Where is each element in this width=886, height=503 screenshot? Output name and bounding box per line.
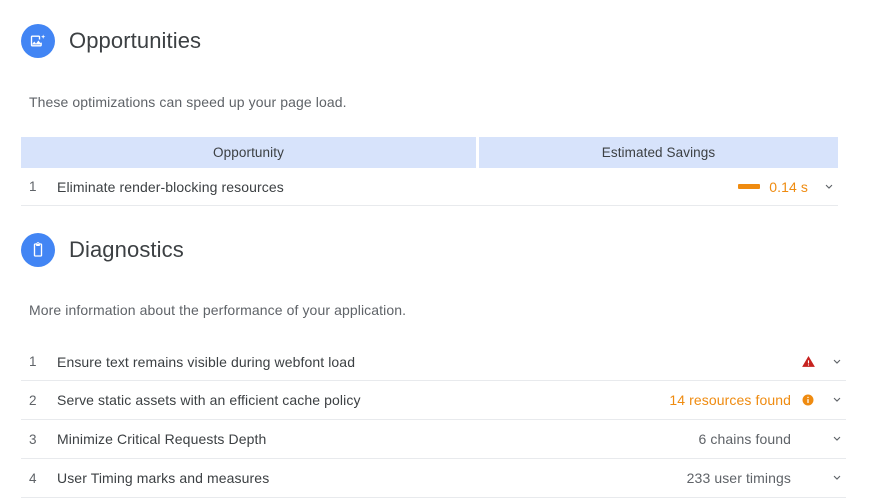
row-status: 6 chains found [699,430,846,448]
table-row[interactable]: 1 Eliminate render-blocking resources 0.… [21,168,838,206]
clipboard-icon [21,233,55,267]
chevron-down-icon[interactable] [828,430,846,448]
row-status: 233 user timings [687,469,846,487]
row-status [791,353,846,371]
diagnostics-table: 1 Ensure text remains visible during web… [21,342,846,498]
lighthouse-report-page: Opportunities These optimizations can sp… [0,0,886,503]
warning-triangle-icon [800,354,816,370]
image-sparkle-icon [21,24,55,58]
row-value: 233 user timings [686,470,791,486]
opportunities-description: These optimizations can speed up your pa… [29,94,347,110]
chevron-down-icon[interactable] [828,469,846,487]
row-index: 1 [29,354,37,369]
column-header-estimated-savings: Estimated Savings [479,137,838,168]
row-index: 1 [29,179,37,194]
row-index: 2 [29,392,37,408]
opportunities-table-header: Opportunity Estimated Savings [21,137,838,168]
row-title: Ensure text remains visible during webfo… [57,353,356,370]
diagnostics-header: Diagnostics [21,233,866,267]
row-status: 14 resources found [669,391,846,409]
diagnostics-section: Diagnostics More information about the p… [21,233,866,498]
table-row[interactable]: 3 Minimize Critical Requests Depth 6 cha… [21,420,846,459]
savings-bar-indicator [738,184,761,189]
row-index: 4 [29,470,37,486]
table-row[interactable]: 4 User Timing marks and measures 233 use… [21,459,846,498]
row-index: 3 [29,431,37,447]
chevron-down-icon[interactable] [828,353,846,371]
status-icon-placeholder [800,470,816,486]
row-value: 14 resources found [669,392,791,408]
column-header-opportunity: Opportunity [21,137,476,168]
table-row[interactable]: 1 Ensure text remains visible during web… [21,342,846,381]
opportunities-header: Opportunities [21,24,866,58]
row-title: Serve static assets with an efficient ca… [57,392,361,408]
row-value: 6 chains found [698,431,791,447]
status-icon-placeholder [800,431,816,447]
row-title: User Timing marks and measures [57,470,270,486]
opportunities-title: Opportunities [69,28,202,53]
chevron-down-icon[interactable] [828,391,846,409]
diagnostics-description: More information about the performance o… [29,302,407,318]
row-title: Eliminate render-blocking resources [57,178,284,195]
opportunities-section: Opportunities These optimizations can sp… [21,24,866,206]
diagnostics-title: Diagnostics [69,237,184,262]
table-row[interactable]: 2 Serve static assets with an efficient … [21,381,846,420]
row-title: Minimize Critical Requests Depth [57,431,267,447]
info-circle-icon [800,392,816,408]
chevron-down-icon[interactable] [820,178,838,196]
row-savings: 0.14 s [738,178,838,196]
savings-value: 0.14 s [769,178,808,195]
opportunities-table: Opportunity Estimated Savings 1 Eliminat… [21,137,838,206]
